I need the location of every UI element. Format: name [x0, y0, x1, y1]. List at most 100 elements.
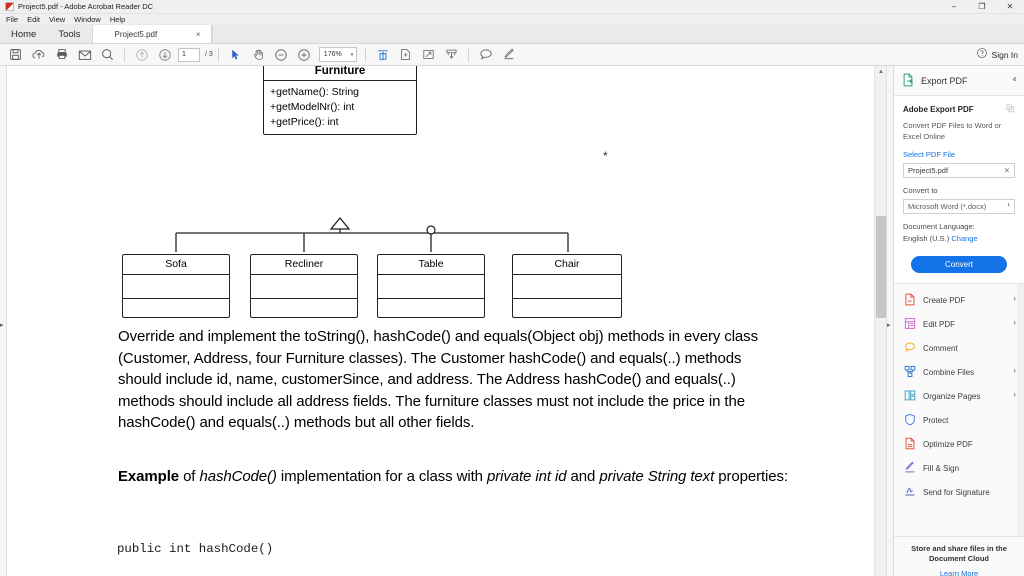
uml-methods-row [513, 299, 621, 317]
menu-item-help[interactable]: Help [110, 15, 125, 24]
sign-in-area[interactable]: Sign In [976, 46, 1018, 64]
footer-line-1: Store and share files in the [911, 544, 1007, 553]
left-navigation-rail[interactable]: ▸ [0, 66, 7, 576]
tool-create-pdf[interactable]: Create PDF ⱛ [894, 288, 1024, 312]
footer-line-2: Document Cloud [929, 554, 989, 563]
hand-tool-icon[interactable] [249, 45, 268, 64]
uml-class-title: Table [378, 255, 484, 275]
change-language-link[interactable]: Change [951, 234, 977, 243]
uml-attributes-row [513, 275, 621, 299]
copy-icon[interactable] [1006, 104, 1015, 115]
tool-label: Organize Pages [923, 391, 981, 401]
highlight-icon[interactable] [499, 45, 518, 64]
page-annotation-mark: * [603, 149, 608, 163]
tool-protect[interactable]: Protect [894, 408, 1024, 432]
tab-close-icon[interactable]: × [180, 30, 201, 39]
expand-left-panel-icon[interactable]: ▸ [0, 322, 4, 329]
uml-class-title: Furniture [264, 66, 416, 81]
convert-to-value: Microsoft Word (*.docx) [908, 202, 987, 211]
comment-icon [904, 341, 916, 356]
tool-organize-pages[interactable]: Organize Pages ⱛ [894, 384, 1024, 408]
tool-optimize-pdf[interactable]: Optimize PDF [894, 432, 1024, 456]
tools-panel-scrollbar[interactable] [1017, 284, 1024, 536]
chevron-down-icon[interactable]: ⱛ [1014, 369, 1016, 376]
uml-class-title: Chair [513, 255, 621, 275]
uml-class-recliner: Recliner [250, 254, 358, 318]
minimize-button[interactable]: – [940, 0, 968, 14]
scrollbar-thumb[interactable] [876, 216, 886, 318]
maximize-button[interactable]: ❐ [968, 0, 996, 14]
tab-document[interactable]: Project5.pdf × [91, 25, 212, 43]
print-icon[interactable] [52, 45, 71, 64]
uml-methods-row [378, 299, 484, 317]
select-tool-icon[interactable] [226, 45, 245, 64]
protect-icon [904, 413, 916, 428]
select-pdf-file-link[interactable]: Select PDF File [903, 150, 1015, 159]
convert-to-label: Convert to [903, 186, 938, 195]
card-subtitle: Convert PDF Files to Word or Excel Onlin… [903, 121, 1002, 141]
clear-file-icon[interactable]: ✕ [1004, 166, 1010, 175]
help-icon[interactable] [976, 46, 988, 64]
send-signature-icon [904, 485, 916, 500]
email-icon[interactable] [75, 45, 94, 64]
convert-to-select[interactable]: Microsoft Word (*.docx) ⱛ [903, 199, 1015, 214]
fullscreen-icon[interactable] [419, 45, 438, 64]
tool-comment[interactable]: Comment [894, 336, 1024, 360]
tool-send-for-signature[interactable]: Send for Signature [894, 480, 1024, 504]
tool-fill-and-sign[interactable]: Fill & Sign [894, 456, 1024, 480]
selected-file-field[interactable]: Project5.pdf ✕ [903, 163, 1015, 178]
tool-edit-pdf[interactable]: Edit PDF ⱛ [894, 312, 1024, 336]
uml-class-chair: Chair [512, 254, 622, 318]
card-title: Adobe Export PDF [903, 105, 974, 114]
add-page-icon[interactable] [396, 45, 415, 64]
menu-item-file[interactable]: File [6, 15, 18, 24]
uml-methods-row [123, 299, 229, 317]
document-language-value: English (U.S.) [903, 234, 950, 243]
stamp-icon[interactable] [442, 45, 461, 64]
comment-icon[interactable] [476, 45, 495, 64]
code-line: public int hashCode() [117, 542, 274, 557]
page-total-label: / 3 [205, 51, 213, 58]
right-panel-collapse-rail[interactable]: ▸ [886, 66, 893, 576]
tab-tools[interactable]: Tools [47, 25, 92, 43]
page-number-input[interactable]: 1 [178, 47, 200, 62]
chevron-down-icon[interactable]: ⱛ [1014, 297, 1016, 304]
chevron-down-icon[interactable]: ⱛ [1014, 321, 1016, 328]
uml-class-title: Sofa [123, 255, 229, 275]
example-italic-intid: private int id [486, 468, 567, 485]
acrobat-app-icon [5, 2, 14, 11]
menu-item-edit[interactable]: Edit [27, 15, 40, 24]
save-icon[interactable] [6, 45, 25, 64]
uml-class-furniture: Furniture +getName(): String +getModelNr… [263, 66, 417, 135]
learn-more-link[interactable]: Learn More [902, 569, 1016, 576]
close-button[interactable]: ✕ [996, 0, 1024, 14]
search-icon[interactable] [98, 45, 117, 64]
zoom-in-icon[interactable] [295, 45, 314, 64]
convert-button[interactable]: Convert [911, 256, 1007, 273]
fit-page-icon[interactable] [373, 45, 392, 64]
document-scrollbar[interactable]: ▲ ▼ [874, 66, 886, 576]
tool-label: Protect [923, 415, 949, 425]
menu-item-view[interactable]: View [49, 15, 65, 24]
create-pdf-icon [904, 293, 916, 308]
fill-sign-icon [904, 461, 916, 476]
example-text-3: and [566, 468, 600, 485]
sign-in-label[interactable]: Sign In [992, 50, 1018, 60]
window-controls: – ❐ ✕ [940, 0, 1024, 14]
collapse-right-panel-icon[interactable]: ▸ [887, 322, 891, 329]
menu-item-window[interactable]: Window [74, 15, 101, 24]
example-text-1: of [179, 468, 200, 485]
tool-combine-files[interactable]: Combine Files ⱛ [894, 360, 1024, 384]
chevron-down-icon: ▾ [350, 51, 354, 58]
chevron-down-icon[interactable]: ⱛ [1014, 393, 1016, 400]
zoom-level-select[interactable]: 176% ▾ [318, 47, 358, 62]
upload-cloud-icon[interactable] [29, 45, 48, 64]
uml-class-sofa: Sofa [122, 254, 230, 318]
next-page-icon[interactable] [155, 45, 174, 64]
chevron-up-icon[interactable]: ⱏ [1013, 77, 1016, 85]
tool-label: Send for Signature [923, 487, 990, 497]
previous-page-icon[interactable] [132, 45, 151, 64]
export-pdf-header[interactable]: Export PDF ⱏ [894, 66, 1024, 96]
tab-home[interactable]: Home [0, 25, 48, 43]
zoom-out-icon[interactable] [272, 45, 291, 64]
